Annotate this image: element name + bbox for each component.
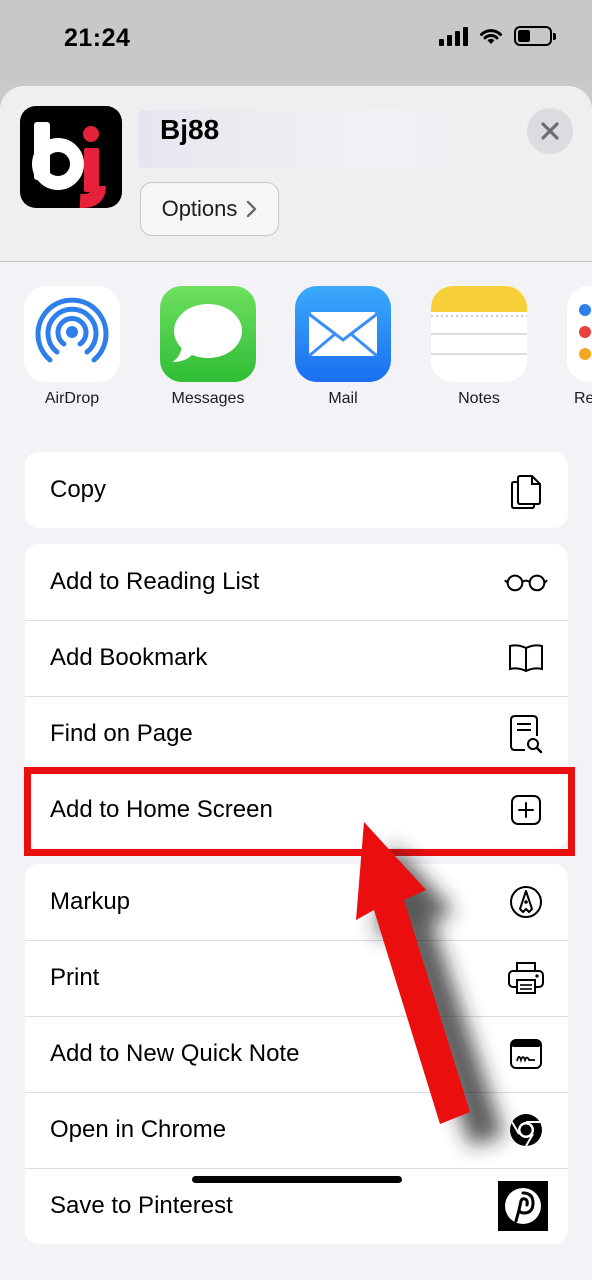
options-label: Options [161,196,238,221]
cellular-signal-icon [439,26,468,46]
notes-icon [431,286,527,382]
action-label: Copy [50,476,107,503]
battery-icon [514,26,556,46]
share-app-messages[interactable]: Messages [140,286,276,408]
close-icon [541,122,559,140]
action-add-to-new-quick-note[interactable]: Add to New Quick Note [25,1016,568,1092]
action-label: Open in Chrome [50,1116,227,1143]
share-sheet-header: Bj88 Options [0,86,592,262]
share-app-label: AirDrop [44,390,100,407]
home-indicator [192,1176,402,1183]
glasses-icon [504,560,548,604]
wifi-icon [480,29,502,44]
action-open-in-chrome[interactable]: Open in Chrome [25,1092,568,1168]
share-app-mail[interactable]: Mail [275,286,411,408]
action-label: Print [50,964,100,991]
printer-icon [504,956,548,1000]
share-app-airdrop[interactable]: AirDrop [4,286,140,408]
action-label: Find on Page [50,720,193,747]
close-button[interactable] [527,108,573,154]
action-copy[interactable]: Copy [25,452,568,528]
action-print[interactable]: Print [25,940,568,1016]
airdrop-icon [24,286,120,382]
action-group-page: Add to Reading List Add Bookmark Find on… [25,544,568,848]
action-label: Save to Pinterest [50,1192,233,1219]
action-label: Markup [50,888,131,915]
mail-icon [295,286,391,382]
page-title: Bj88 [160,114,220,145]
reminders-icon [567,286,592,382]
status-bar: 21:24 [0,0,592,86]
action-label: Add Bookmark [50,644,208,671]
plus-square-icon [504,788,548,832]
action-label: Add to Reading List [50,568,260,595]
action-add-to-home-screen[interactable]: Add to Home Screen [25,772,568,848]
copy-icon [504,468,548,512]
share-app-label: Notes [458,390,500,407]
share-sheet: Bj88 Options AirDrop Messages Mail Notes… [0,86,592,1280]
site-logo [20,106,122,208]
action-find-on-page[interactable]: Find on Page [25,696,568,772]
markup-pen-icon [504,880,548,924]
chevron-right-icon [247,200,257,218]
share-app-label: Mail [328,390,358,407]
status-icons [439,26,556,46]
book-icon [504,636,548,680]
action-markup[interactable]: Markup [25,864,568,940]
find-document-icon [504,712,548,756]
chrome-icon [504,1108,548,1152]
status-time: 21:24 [64,24,131,52]
messages-icon [160,286,256,382]
action-group-extensions: Markup Print Add to New Quick Note Open … [25,864,568,1244]
share-app-label: Messages [171,390,245,407]
quick-note-icon [504,1032,548,1076]
action-label: Add to New Quick Note [50,1040,300,1067]
options-button[interactable]: Options [140,182,279,236]
action-add-to-reading-list[interactable]: Add to Reading List [25,544,568,620]
share-app-reminders[interactable]: Re [547,286,592,408]
share-app-notes[interactable]: Notes [411,286,547,408]
share-apps-row: AirDrop Messages Mail Notes Re [0,286,592,416]
action-group-copy: Copy [25,452,568,528]
action-add-bookmark[interactable]: Add Bookmark [25,620,568,696]
pinterest-icon [498,1181,548,1231]
share-app-label: Re [574,390,592,407]
action-label: Add to Home Screen [50,796,273,823]
